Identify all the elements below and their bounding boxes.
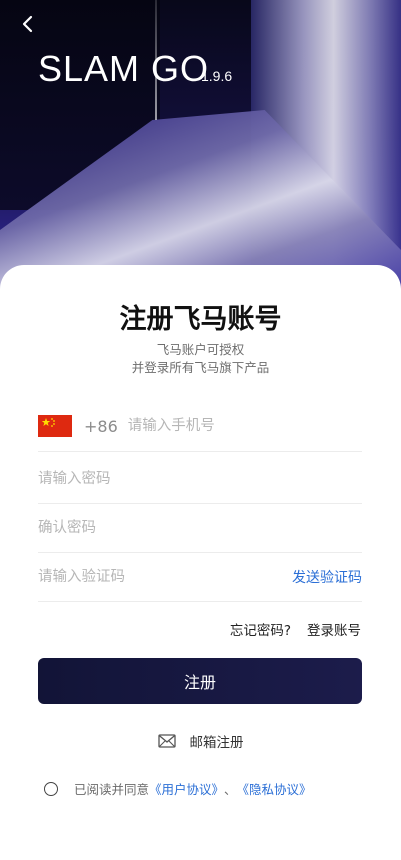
back-button[interactable]	[14, 10, 42, 38]
login-account-link[interactable]: 登录账号	[307, 619, 361, 639]
confirm-password-input[interactable]	[38, 504, 362, 552]
email-register-button[interactable]: 邮箱注册	[0, 731, 401, 751]
hero-banner	[0, 0, 401, 300]
agreement-separator: 、	[224, 782, 237, 797]
chevron-left-icon	[22, 15, 33, 33]
email-register-label: 邮箱注册	[189, 735, 244, 751]
privacy-policy-link[interactable]: 《隐私协议》	[237, 779, 312, 798]
register-sheet: 注册飞马账号 飞马账户可授权 并登录所有飞马旗下产品 +86 发送验证码 忘记密…	[0, 265, 401, 860]
page-title: 注册飞马账号	[119, 304, 282, 335]
agreement-checkbox[interactable]	[44, 781, 58, 796]
country-code[interactable]: +86	[84, 417, 118, 436]
subtitle-line-2: 并登录所有飞马旗下产品	[131, 360, 270, 375]
agreement-row: 已阅读并同意 《用户协议》 、 《隐私协议》	[44, 779, 312, 798]
china-flag-icon[interactable]	[38, 415, 72, 437]
app-title: SLAM GO	[38, 48, 210, 89]
verification-code-row: 发送验证码	[38, 553, 362, 602]
phone-input[interactable]	[127, 401, 362, 451]
phone-row: +86	[38, 401, 362, 452]
confirm-password-row	[38, 504, 362, 553]
send-code-button[interactable]: 发送验证码	[292, 567, 362, 587]
register-button[interactable]: 注册	[38, 658, 362, 704]
account-links: 忘记密码? 登录账号	[230, 619, 361, 639]
password-input[interactable]	[38, 455, 362, 503]
forgot-password-link[interactable]: 忘记密码?	[230, 619, 291, 639]
verification-code-input[interactable]	[38, 553, 292, 601]
envelope-icon	[157, 734, 176, 748]
app-version: 1.9.6	[201, 68, 233, 84]
agreement-prefix: 已阅读并同意	[74, 782, 150, 797]
subtitle-line-1: 飞马账户可授权	[156, 342, 245, 357]
user-agreement-link[interactable]: 《用户协议》	[149, 779, 224, 798]
password-row	[38, 455, 362, 504]
